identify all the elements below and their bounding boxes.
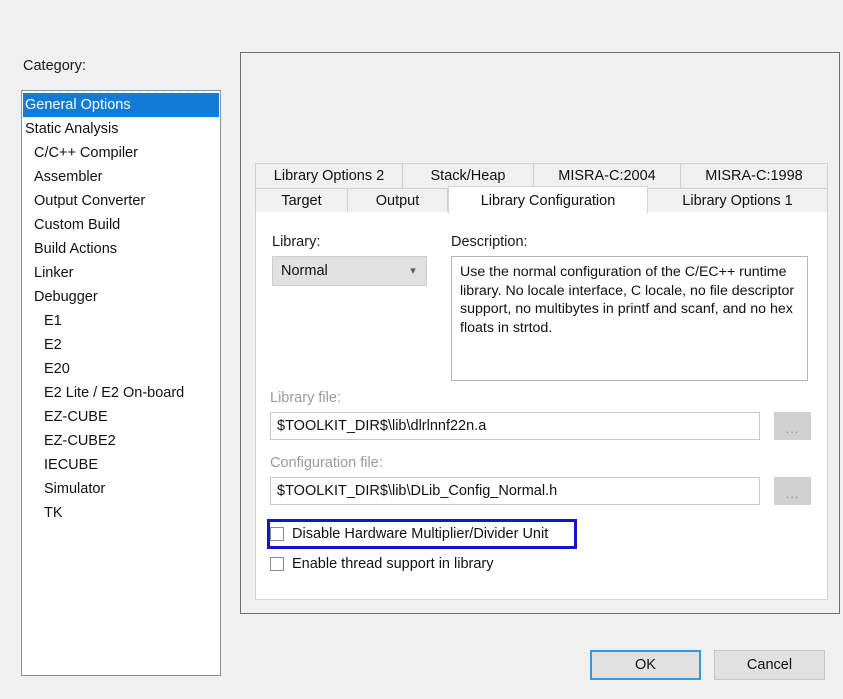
library-select-value: Normal [281,263,328,279]
configuration-file-input[interactable]: $TOOLKIT_DIR$\lib\DLib_Config_Normal.h [270,477,760,505]
tab-row-bottom: Target Output Library Configuration Library… [255,186,828,214]
category-item[interactable]: Build Actions [22,237,220,261]
checkbox-box[interactable] [270,557,284,571]
category-item[interactable]: Static Analysis [22,117,220,141]
category-item[interactable]: Simulator [22,477,220,501]
ok-button[interactable]: OK [590,650,701,680]
library-select[interactable]: Normal ▾ [272,256,427,286]
category-item[interactable]: EZ-CUBE [22,405,220,429]
description-label: Description: [451,234,528,250]
category-label: Category: [23,58,86,74]
checkbox-label: Enable thread support in library [292,556,494,572]
description-textbox: Use the normal configuration of the C/EC… [451,256,808,381]
category-listbox[interactable]: General Options Static Analysis C/C++ Comp… [21,90,221,676]
cancel-button[interactable]: Cancel [714,650,825,680]
library-file-label: Library file: [270,390,341,406]
configuration-file-label: Configuration file: [270,455,383,471]
category-item[interactable]: E20 [22,357,220,381]
category-item[interactable]: Output Converter [22,189,220,213]
category-item[interactable]: Debugger [22,285,220,309]
tab-library-configuration[interactable]: Library Configuration [448,186,648,214]
category-item[interactable]: Linker [22,261,220,285]
checkbox-enable-thread-support[interactable]: Enable thread support in library [270,553,494,575]
category-item[interactable]: EZ-CUBE2 [22,429,220,453]
category-item[interactable]: Custom Build [22,213,220,237]
library-configuration-page: Library: Normal ▾ Description: Use the n… [255,212,828,600]
chevron-down-icon: ▾ [410,264,416,277]
category-item[interactable]: E2 Lite / E2 On-board [22,381,220,405]
category-item[interactable]: C/C++ Compiler [22,141,220,165]
tab-target[interactable]: Target [255,188,348,214]
category-item[interactable]: General Options [23,93,219,117]
category-item[interactable]: TK [22,501,220,525]
category-item[interactable]: Assembler [22,165,220,189]
library-file-input[interactable]: $TOOLKIT_DIR$\lib\dlrlnnf22n.a [270,412,760,440]
tab-library-options-2[interactable]: Library Options 2 [255,163,403,189]
checkbox-disable-hardware-multiplier[interactable]: Disable Hardware Multiplier/Divider Unit [270,523,548,545]
category-item[interactable]: IECUBE [22,453,220,477]
tab-strip: Library Options 2 Stack/Heap MISRA-C:2004 M… [255,163,828,214]
checkbox-label: Disable Hardware Multiplier/Divider Unit [292,526,549,542]
library-label: Library: [272,234,321,250]
checkbox-box[interactable] [270,527,284,541]
configuration-file-browse-button[interactable]: ... [774,477,811,505]
tab-misra-c-1998[interactable]: MISRA-C:1998 [681,163,828,189]
tab-library-options-1[interactable]: Library Options 1 [648,188,828,214]
tab-output[interactable]: Output [348,188,448,214]
category-item[interactable]: E2 [22,333,220,357]
library-file-browse-button[interactable]: ... [774,412,811,440]
category-item[interactable]: E1 [22,309,220,333]
